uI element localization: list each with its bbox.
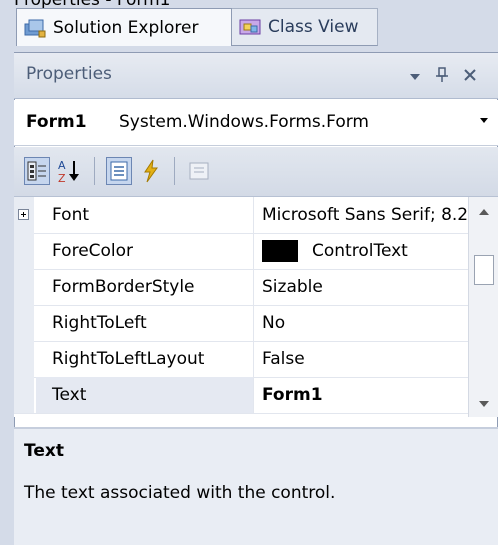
properties-icon[interactable] [106, 157, 132, 185]
row-gutter [14, 197, 34, 233]
row-gutter [14, 341, 34, 377]
property-name: FormBorderStyle [36, 269, 254, 305]
property-row-righttoleftlayout[interactable]: RightToLeftLayout False [14, 341, 468, 378]
property-value[interactable]: Sizable [254, 269, 468, 305]
chevron-down-icon[interactable] [480, 118, 488, 123]
property-grid: Font Microsoft Sans Serif; 8.25pt ForeCo… [14, 197, 498, 417]
property-value-text: ControlText [312, 241, 408, 261]
panel-title: Properties [26, 64, 112, 84]
expand-icon[interactable] [18, 209, 29, 220]
property-name: Font [36, 197, 254, 233]
tab-label: Solution Explorer [53, 17, 199, 38]
scroll-down-icon[interactable] [479, 401, 489, 407]
property-value[interactable]: False [254, 341, 468, 377]
dropdown-icon[interactable] [408, 65, 422, 85]
svg-text:Z: Z [58, 172, 66, 185]
property-name: ForeColor [36, 233, 254, 269]
tab-class-view[interactable]: Class View [232, 8, 378, 46]
categorized-icon[interactable] [24, 157, 50, 185]
row-gutter [14, 305, 34, 341]
alphabetical-icon[interactable]: A Z [56, 157, 82, 185]
property-row-formborderstyle[interactable]: FormBorderStyle Sizable [14, 269, 468, 306]
color-swatch [262, 240, 298, 262]
property-row-righttoleft[interactable]: RightToLeft No [14, 305, 468, 342]
property-name: RightToLeft [36, 305, 254, 341]
toolbar-separator [174, 157, 175, 185]
toolbar-separator [94, 157, 95, 185]
properties-toolbar: A Z [14, 147, 498, 197]
property-value[interactable]: Form1 [254, 377, 468, 413]
row-gutter [14, 233, 34, 269]
property-value-text: Form1 [262, 385, 323, 405]
property-row-text[interactable]: Text Form1 [14, 377, 468, 414]
property-value[interactable]: ControlText [254, 233, 468, 269]
description-title: Text [24, 441, 64, 461]
pin-icon[interactable] [434, 65, 450, 85]
property-name: Text [36, 377, 254, 413]
description-pane: Text The text associated with the contro… [14, 427, 498, 545]
scroll-up-icon[interactable] [479, 209, 489, 215]
property-row-forecolor[interactable]: ForeColor ControlText [14, 233, 468, 270]
svg-text:A: A [58, 159, 66, 172]
property-row-font[interactable]: Font Microsoft Sans Serif; 8.25pt [14, 197, 468, 234]
object-type: System.Windows.Forms.Form [119, 112, 369, 132]
solution-explorer-icon [23, 18, 47, 38]
scroll-thumb[interactable] [474, 255, 494, 285]
class-view-icon [238, 17, 262, 37]
grid-scrollbar[interactable] [468, 197, 498, 417]
events-icon[interactable] [138, 157, 164, 185]
tab-label: Class View [268, 17, 359, 37]
description-text: The text associated with the control. [24, 483, 336, 503]
row-gutter [14, 269, 34, 305]
property-pages-icon[interactable] [186, 157, 212, 185]
property-value[interactable]: Microsoft Sans Serif; 8.25pt [254, 197, 468, 233]
close-icon[interactable] [462, 65, 478, 85]
property-name: RightToLeftLayout [36, 341, 254, 377]
row-gutter [14, 377, 34, 413]
object-name: Form1 [26, 112, 87, 132]
property-value[interactable]: No [254, 305, 468, 341]
object-selector[interactable]: Form1 System.Windows.Forms.Form [14, 100, 498, 146]
panel-title-bar: Properties [14, 53, 498, 99]
tab-solution-explorer[interactable]: Solution Explorer [16, 8, 232, 46]
